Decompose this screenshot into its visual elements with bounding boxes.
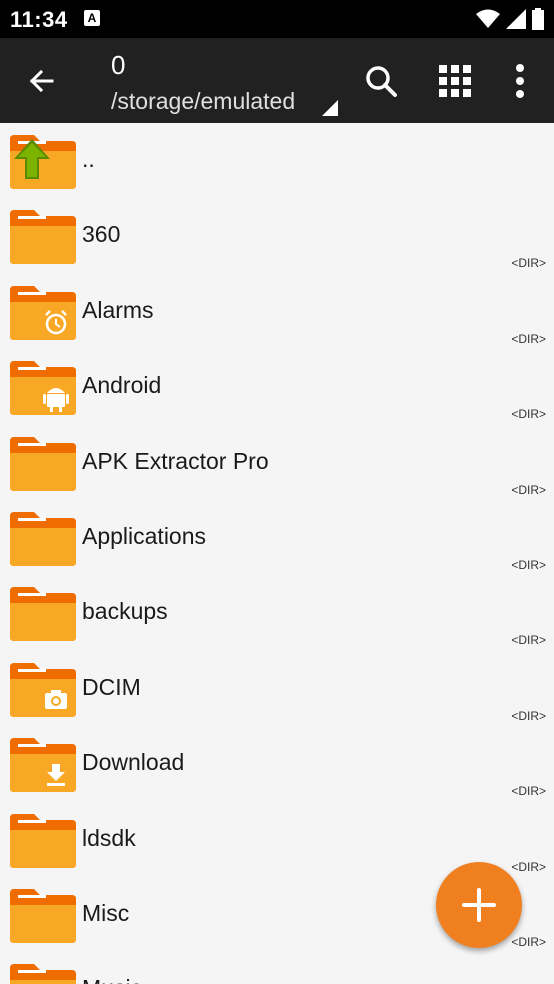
grid-view-icon[interactable] [434, 60, 476, 102]
file-row[interactable]: Alarms <DIR> [0, 274, 554, 349]
toolbar-title: 0 [111, 50, 126, 80]
file-name: Android [82, 372, 162, 399]
file-list: .. 360 <DIR> Alarms <DIR> Android <DIR> APK Ext… [0, 123, 554, 984]
file-row[interactable]: 360 <DIR> [0, 198, 554, 273]
status-icons [476, 8, 544, 30]
file-name: Misc [82, 899, 130, 926]
file-name: APK Extractor Pro [82, 447, 269, 474]
file-type-label: <DIR> [511, 934, 546, 949]
folder-icon [10, 587, 76, 642]
notification-icon: A [84, 10, 100, 26]
app-toolbar: 0 /storage/emulated [0, 38, 554, 123]
folder-icon [10, 888, 76, 943]
more-options-icon[interactable] [504, 60, 536, 102]
file-row[interactable]: backups <DIR> [0, 575, 554, 650]
file-row[interactable]: Download <DIR> [0, 726, 554, 801]
add-fab-button[interactable] [436, 862, 522, 948]
signal-icon [506, 9, 526, 29]
file-row[interactable]: Android <DIR> [0, 349, 554, 424]
file-type-label: <DIR> [511, 557, 546, 572]
alarm-folder-icon [10, 285, 76, 340]
android-folder-icon [10, 361, 76, 416]
file-type-label: <DIR> [511, 859, 546, 874]
file-row[interactable]: Music<DIR> [0, 952, 554, 984]
file-type-label: <DIR> [511, 482, 546, 497]
file-type-label: <DIR> [511, 407, 546, 422]
camera-folder-icon [10, 662, 76, 717]
back-arrow-icon[interactable] [22, 60, 64, 102]
folder-icon [10, 511, 76, 566]
file-name: backups [82, 598, 168, 625]
file-type-label: <DIR> [511, 708, 546, 723]
wifi-icon [476, 9, 500, 28]
file-type-label: <DIR> [511, 256, 546, 271]
battery-icon [532, 8, 544, 30]
parent-folder-icon [10, 135, 76, 189]
folder-icon [10, 210, 76, 265]
file-name: .. [82, 146, 95, 172]
file-name: DCIM [82, 673, 141, 700]
status-bar: 11:34 A [0, 0, 554, 38]
download-folder-icon [10, 738, 76, 793]
file-row[interactable]: .. [0, 123, 554, 198]
file-name: Applications [82, 522, 207, 549]
file-type-label: <DIR> [511, 784, 546, 799]
file-name: Download [82, 749, 185, 776]
folder-icon [10, 964, 76, 984]
status-time: 11:34 [10, 7, 68, 32]
file-name: Music [82, 975, 142, 984]
file-row[interactable]: APK Extractor Pro <DIR> [0, 425, 554, 500]
folder-icon [10, 436, 76, 491]
path-dropdown-icon[interactable] [322, 100, 338, 116]
plus-icon [462, 888, 496, 922]
file-row[interactable]: DCIM <DIR> [0, 651, 554, 726]
search-icon[interactable] [360, 60, 402, 102]
file-name: 360 [82, 221, 121, 248]
file-row[interactable]: Applications <DIR> [0, 500, 554, 575]
file-type-label: <DIR> [511, 633, 546, 648]
current-path[interactable]: /storage/emulated [111, 88, 295, 115]
file-type-label: <DIR> [511, 331, 546, 346]
folder-icon [10, 813, 76, 868]
file-name: Alarms [82, 296, 154, 323]
file-name: ldsdk [82, 824, 136, 851]
